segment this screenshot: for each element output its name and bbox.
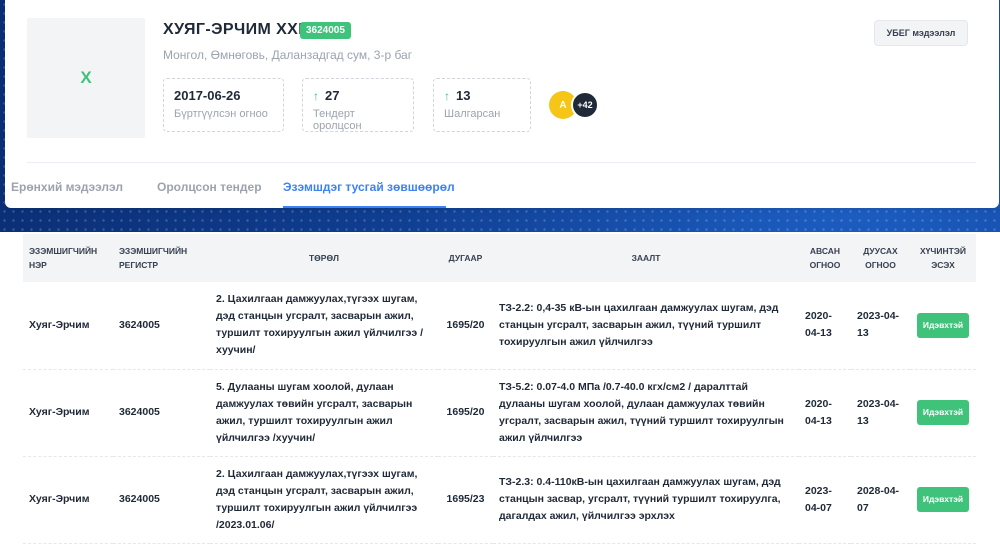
cell-register: 3624005 xyxy=(113,282,210,370)
company-card: Х ХУЯГ-ЭРЧИМ ХХК 3624005 Монгол, Өмнөгов… xyxy=(5,0,999,208)
cell-number: 1695/20 xyxy=(438,369,493,457)
cell-clause: ТЗ-5.2: 0.07-4.0 МПа /0.7-40.0 кгх/см2 /… xyxy=(493,369,799,457)
col-issued-date: Авсан огноо xyxy=(799,234,851,282)
cell-type: 2. Цахилгаан дамжуулах,түгээх шугам, дэд… xyxy=(210,456,438,544)
stat-label: Шалгарсан xyxy=(444,108,501,120)
stat-value: 27 xyxy=(325,88,340,103)
stat-tenders-won: ↑ 13 Шалгарсан xyxy=(433,78,531,132)
registration-badge: 3624005 xyxy=(300,22,351,39)
stat-label: Тендерт оролцсон xyxy=(313,108,362,132)
cell-number: 1695/23 xyxy=(438,456,493,544)
arrow-up-icon: ↑ xyxy=(444,88,450,103)
cell-issued: 2023-04-07 xyxy=(799,456,851,544)
col-type: Төрөл xyxy=(210,234,438,282)
table-row: Хуяг-Эрчим 3624005 2. Цахилгаан дамжуула… xyxy=(23,456,976,544)
cell-status: Идэвхтэй xyxy=(910,369,976,457)
cell-clause: ТЗ-2.3: 0.4-110кВ-ын цахилгаан дамжуулах… xyxy=(493,456,799,544)
avatar-more-count[interactable]: +42 xyxy=(571,91,599,119)
cell-issued: 2020-04-13 xyxy=(799,369,851,457)
permits-table: Эзэмшигчийн нэр Эзэмшигчийн регистр Төрө… xyxy=(23,234,976,544)
col-valid-status: Хүчинтэй эсэх xyxy=(910,234,976,282)
cell-clause: ТЗ-2.2: 0,4-35 кВ-ын цахилгаан дамжуулах… xyxy=(493,282,799,370)
col-expiry-date: Дуусах огноо xyxy=(851,234,910,282)
cell-type: 5. Дулааны шугам хоолой, дулаан дамжуула… xyxy=(210,369,438,457)
company-logo: Х xyxy=(27,18,145,138)
col-owner-register: Эзэмшигчийн регистр xyxy=(113,234,210,282)
cell-status: Идэвхтэй xyxy=(910,456,976,544)
logo-letter: Х xyxy=(80,68,92,87)
cell-owner: Хуяг-Эрчим xyxy=(23,456,113,544)
cell-type: 2. Цахилгаан дамжуулах,түгээх шугам, дэд… xyxy=(210,282,438,370)
stat-value: 13 xyxy=(456,88,471,103)
divider xyxy=(27,162,976,163)
status-badge: Идэвхтэй xyxy=(916,487,970,512)
stat-registered-date: 2017-06-26 Бүртгүүлсэн огноо xyxy=(163,78,284,132)
cell-issued: 2020-04-13 xyxy=(799,282,851,370)
ubeg-info-button[interactable]: УБЕГ мэдээлэл xyxy=(874,20,968,46)
cell-number: 1695/20 xyxy=(438,282,493,370)
cell-status: Идэвхтэй xyxy=(910,282,976,370)
active-tab-indicator xyxy=(283,206,446,208)
table-row: Хуяг-Эрчим 3624005 5. Дулааны шугам хоол… xyxy=(23,369,976,457)
table-header-row: Эзэмшигчийн нэр Эзэмшигчийн регистр Төрө… xyxy=(23,234,976,282)
cell-register: 3624005 xyxy=(113,456,210,544)
tab-special-permits[interactable]: Эзэмшдэг тусгай зөвшөөрөл xyxy=(283,180,455,194)
stat-label: Бүртгүүлсэн огноо xyxy=(174,108,268,120)
company-address: Монгол, Өмнөговь, Даланзадгад сум, 3-р б… xyxy=(163,48,413,62)
stat-tenders-participated: ↑ 27 Тендерт оролцсон xyxy=(302,78,414,132)
col-number: Дугаар xyxy=(438,234,493,282)
company-name: ХУЯГ-ЭРЧИМ ХХК xyxy=(163,21,309,38)
cell-register: 3624005 xyxy=(113,369,210,457)
cell-expires: 2023-04-13 xyxy=(851,369,910,457)
arrow-up-icon: ↑ xyxy=(313,88,319,103)
cell-expires: 2023-04-13 xyxy=(851,282,910,370)
cell-expires: 2028-04-07 xyxy=(851,456,910,544)
status-badge: Идэвхтэй xyxy=(916,400,970,425)
col-owner-name: Эзэмшигчийн нэр xyxy=(23,234,113,282)
table-row: Хуяг-Эрчим 3624005 2. Цахилгаан дамжуула… xyxy=(23,282,976,370)
stat-value: 2017-06-26 xyxy=(174,88,241,103)
cell-owner: Хуяг-Эрчим xyxy=(23,369,113,457)
col-clause: Заалт xyxy=(493,234,799,282)
cell-owner: Хуяг-Эрчим xyxy=(23,282,113,370)
status-badge: Идэвхтэй xyxy=(916,312,970,338)
tab-general-info[interactable]: Ерөнхий мэдээлэл xyxy=(11,180,123,194)
tab-participated-tenders[interactable]: Оролцсон тендер xyxy=(157,180,262,194)
